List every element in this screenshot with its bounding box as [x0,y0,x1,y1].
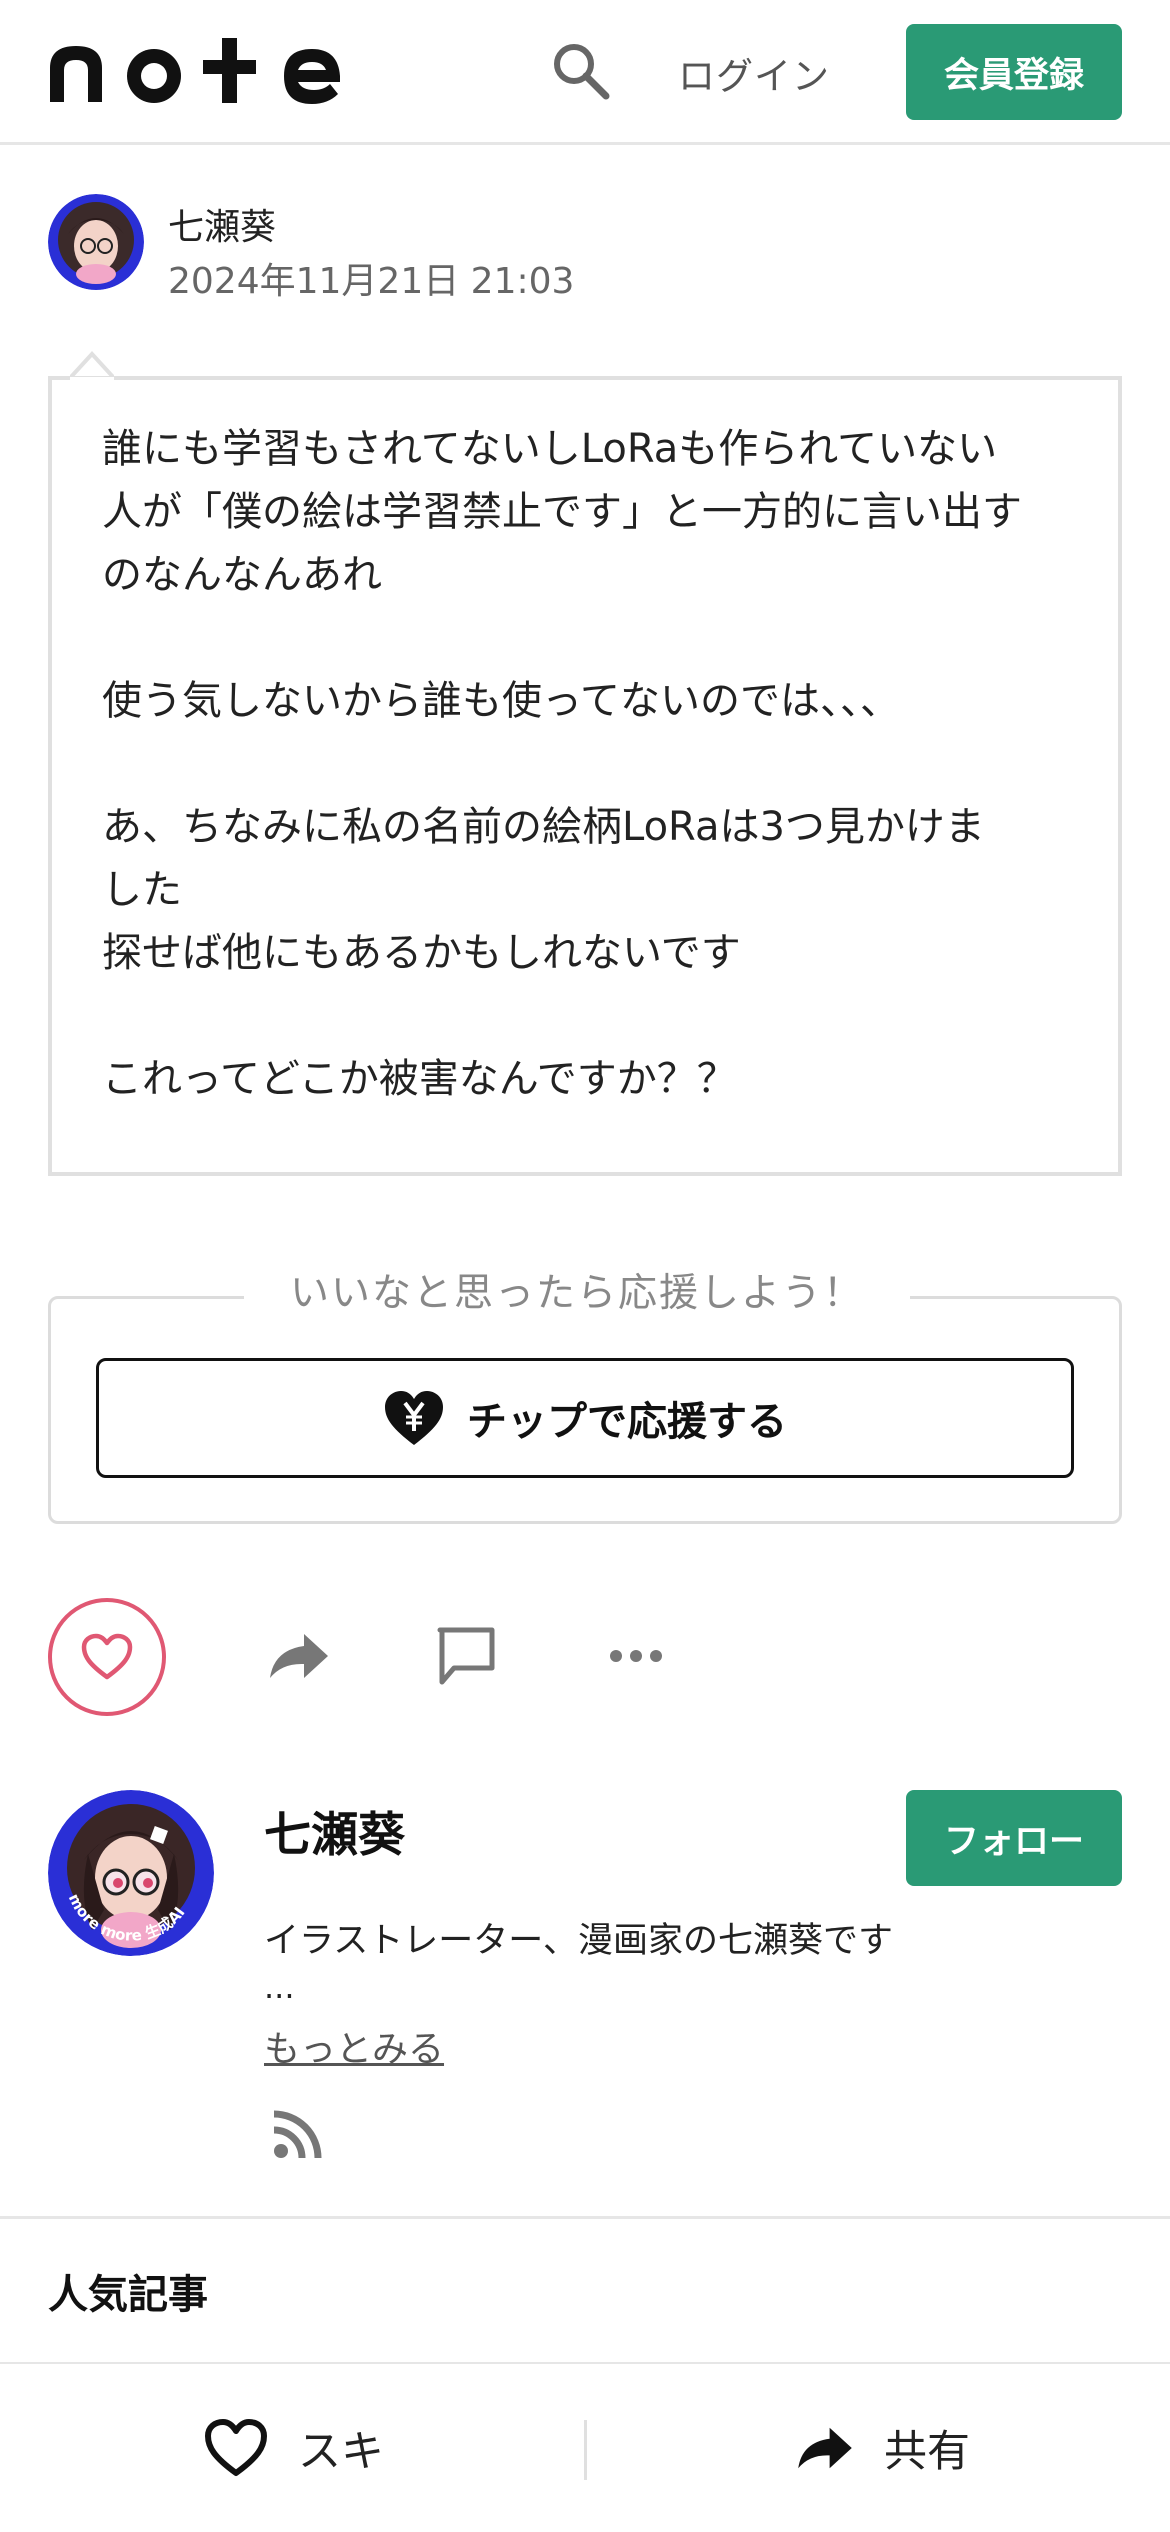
bottom-bar-separator [584,2420,587,2480]
bubble-tail [70,351,114,392]
tip-button[interactable]: チップで応援する [96,1358,1074,1478]
creator-name[interactable]: 七瀬葵 [264,1796,405,1865]
popular-articles-heading: 人気記事 [48,2272,208,2318]
search-icon [554,44,610,100]
bottom-share-button[interactable]: 共有 [796,2364,970,2532]
heart-yen-icon [385,1391,443,1445]
bottom-share-label: 共有 [884,2427,970,2477]
see-more-link[interactable]: もっとみる [264,2020,444,2072]
follow-button[interactable]: フォロー [906,1790,1122,1886]
post-date: 2024年11月21日 21:03 [168,261,575,302]
login-link[interactable]: ログイン [678,46,830,100]
top-header: ログイン 会員登録 [0,0,1170,145]
creator-bio: イラストレーター、漫画家の七瀬葵です [264,1921,893,1961]
note-logo[interactable] [46,38,346,108]
support-caption: いいなと思ったら応援しよう！ [244,1262,911,1318]
author-avatar[interactable] [48,194,144,290]
like-button[interactable] [48,1598,166,1716]
bottom-like-button[interactable]: スキ [204,2364,384,2532]
creator-avatar[interactable]: more more 生成AI [48,1790,214,1956]
author-name[interactable]: 七瀬葵 [168,198,276,250]
heart-icon [205,2419,267,2476]
bottom-like-label: スキ [298,2427,384,2477]
comment-icon[interactable] [434,1624,498,1688]
heart-icon [81,1633,133,1680]
signup-button[interactable]: 会員登録 [906,24,1122,120]
bottom-action-bar: スキ 共有 [0,2364,1170,2532]
creator-bio-ellipsis: ... [264,1968,295,2006]
section-divider [0,2216,1170,2219]
post-body: 誰にも学習もされてないしLoRaも作られていない 人が「僕の絵は学習禁止です」と… [102,426,1022,1102]
tip-label: チップで応援する [467,1399,787,1445]
more-icon[interactable] [608,1646,664,1666]
search-button[interactable] [548,38,614,104]
share-icon[interactable] [268,1630,330,1682]
share-icon [798,2427,852,2469]
rss-icon[interactable] [272,2108,324,2160]
